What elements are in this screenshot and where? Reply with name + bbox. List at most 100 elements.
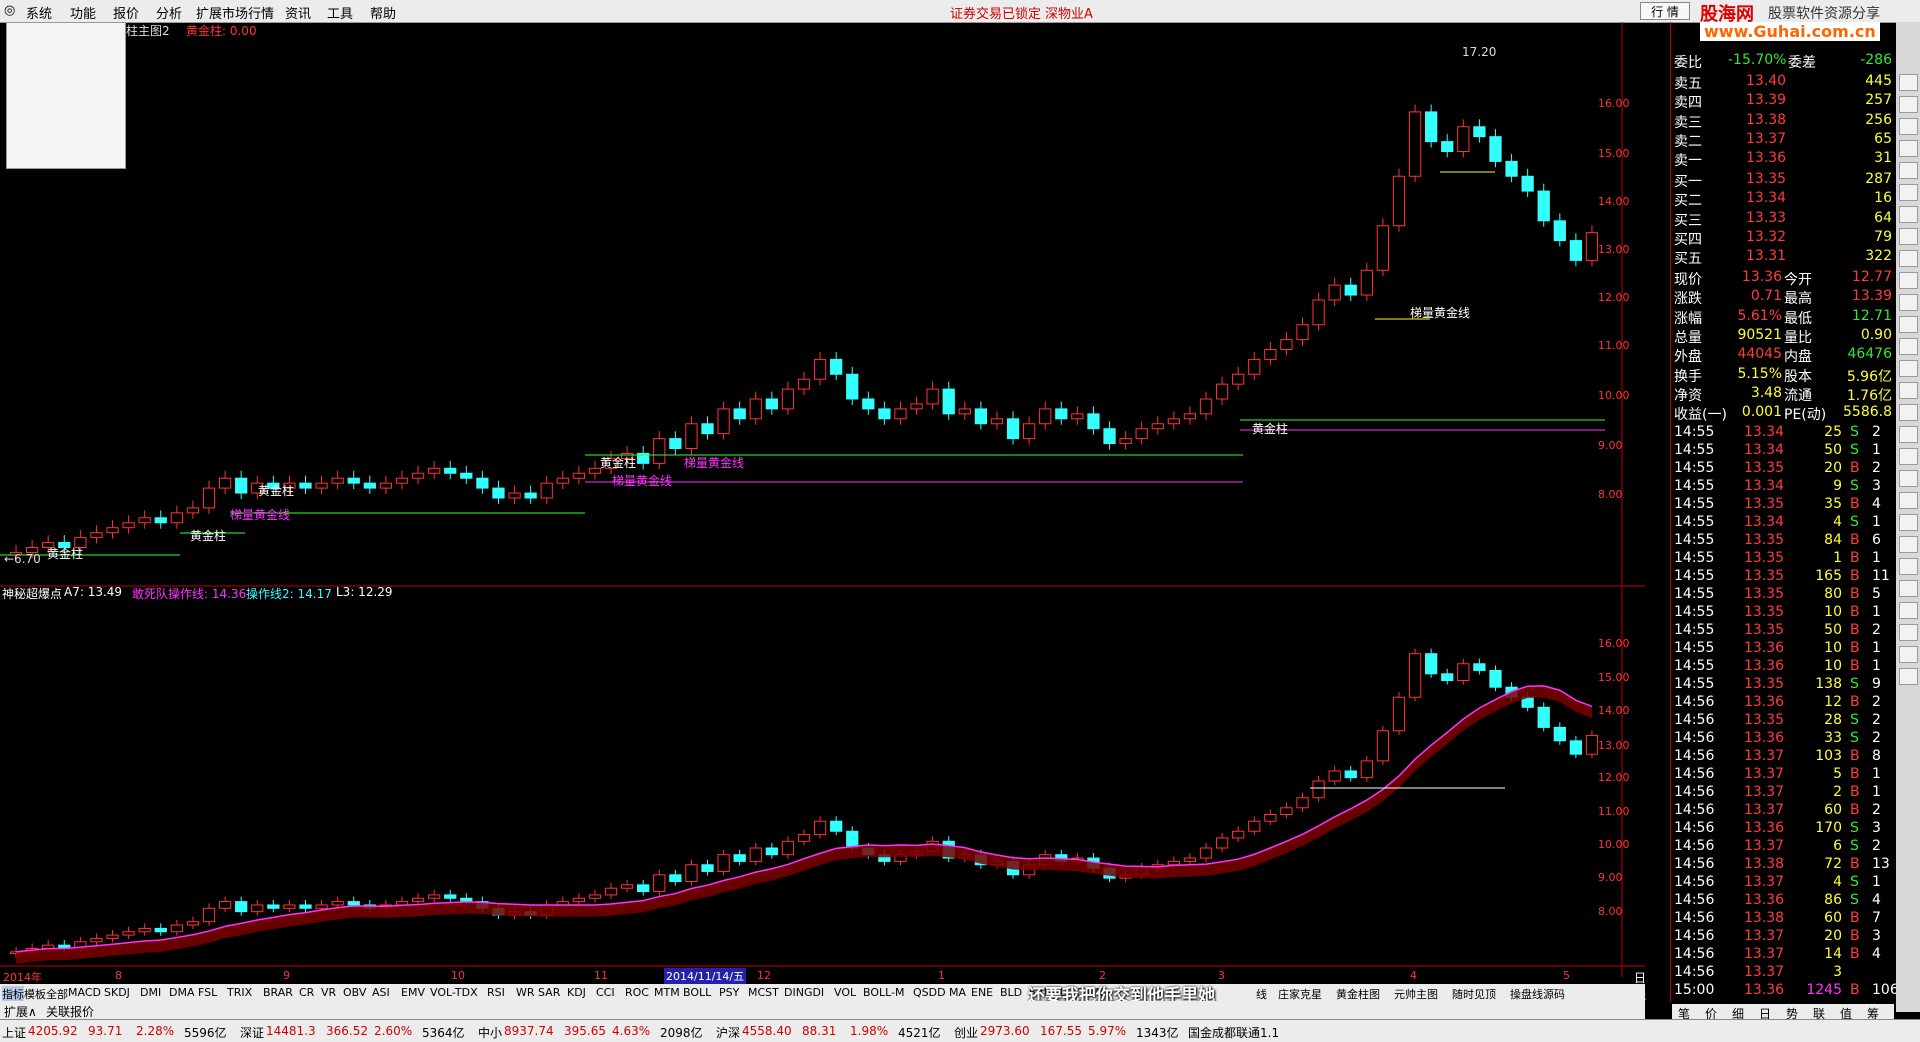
toolbar-tool-icon[interactable] [1899,294,1918,311]
toolbar-tool-icon[interactable] [1899,118,1918,135]
quote-cell: 3 [1872,820,1881,836]
menu-analysis[interactable]: 分析 [156,3,182,22]
toolbar-tool-icon[interactable] [1899,250,1918,267]
chart-area[interactable]: 柱主图2 黄金柱: 0.00 17.20 ←6.70 黄金柱 黄金柱 黄金柱 黄… [0,22,1646,1002]
menu-info[interactable]: 资讯 [285,3,311,22]
indicator-tab[interactable]: VR [321,986,336,999]
indicator-tab[interactable]: ROC [625,986,649,999]
sub-candles [9,648,1599,958]
indicator-tab[interactable]: CR [299,986,314,999]
quote-cell: S [1850,424,1859,440]
toolbar-tool-icon[interactable] [1899,448,1918,465]
indicator-tab[interactable]: BOLL-M [863,986,905,999]
indicator-tab[interactable]: MA [949,986,966,999]
custom-indicator-tab[interactable]: 庄家克星 [1278,986,1322,1002]
candle-body [1151,423,1164,430]
quote-cell: B [1850,766,1860,782]
toolbar-tool-icon[interactable] [1899,536,1918,553]
indicator-tab[interactable]: 模板 [24,986,46,1002]
candle-body [1248,358,1261,375]
quote-button[interactable]: 行 情 [1640,2,1690,20]
toolbar-tool-icon[interactable] [1899,74,1918,91]
indicator-tab[interactable]: PSY [719,986,739,999]
candlestick-chart[interactable] [0,22,1645,984]
indicator-tab[interactable]: 全部 [46,986,68,1002]
indicator-tab[interactable]: MACD [68,986,101,999]
toolbar-tool-icon[interactable] [1899,646,1918,663]
toolbar-tool-icon[interactable] [1899,668,1918,685]
candle-body [170,924,183,933]
custom-indicator-tab[interactable]: 随时见顶 [1452,986,1496,1002]
app-icon[interactable]: ◎ [4,3,15,18]
toolbar-tool-icon[interactable] [1899,492,1918,509]
menu-system[interactable]: 系统 [26,3,52,22]
quote-cell: 5 [1872,586,1881,602]
indicator-tab[interactable]: ENE [971,986,993,999]
indicator-tab[interactable]: DMA [169,986,195,999]
indicator-tab[interactable]: DINGDI [784,986,824,999]
indicator-tab[interactable]: KDJ [567,986,586,999]
expand-button[interactable]: 扩展∧ [4,1003,37,1020]
indicator-tab[interactable]: SAR [538,986,560,999]
toolbar-tool-icon[interactable] [1899,140,1918,157]
custom-indicator-tab[interactable]: 黄金柱图 [1336,986,1380,1002]
indicator-tab[interactable]: WR [516,986,535,999]
quote-cell: 14:56 [1674,748,1715,764]
toolbar-tool-icon[interactable] [1899,602,1918,619]
toolbar-tool-icon[interactable] [1899,514,1918,531]
toolbar-tool-icon[interactable] [1899,184,1918,201]
indicator-tab[interactable]: MCST [748,986,779,999]
indicator-tab[interactable]: VOL [834,986,856,999]
toolbar-tool-icon[interactable] [1899,228,1918,245]
custom-indicator-tab[interactable]: 线 [1256,986,1267,1002]
quote-cell: B [1850,640,1860,656]
toolbar-tool-icon[interactable] [1899,96,1918,113]
menu-function[interactable]: 功能 [70,3,96,22]
index-amt: 5364亿 [422,1026,465,1040]
toolbar-tool-icon[interactable] [1899,382,1918,399]
toolbar-tool-icon[interactable] [1899,206,1918,223]
quote-cell: 1 [1872,550,1881,566]
indicator-tab[interactable]: SKDJ [104,986,130,999]
menu-quote[interactable]: 报价 [113,3,139,22]
indicator-tab[interactable]: CCI [596,986,615,999]
sub-y-tick: 10.00 [1598,838,1630,851]
toolbar-tool-icon[interactable] [1899,580,1918,597]
indicator-tab[interactable]: OBV [343,986,366,999]
toolbar-tool-icon[interactable] [1899,470,1918,487]
quote-cell: 13.35 [1744,568,1785,584]
toolbar-tool-icon[interactable] [1899,316,1918,333]
toolbar-tool-icon[interactable] [1899,360,1918,377]
candle-body [1296,797,1309,809]
toolbar-tool-icon[interactable] [1899,338,1918,355]
toolbar-tool-icon[interactable] [1899,404,1918,421]
indicator-tab[interactable]: TRIX [227,986,252,999]
bid-row: 买四 13.32 79 [1672,228,1894,248]
indicator-tab[interactable]: BOLL [683,986,711,999]
related-quotes-button[interactable]: 关联报价 [46,1003,94,1020]
custom-indicator-tab[interactable]: 操盘线源码 [1510,986,1565,1002]
indicator-tab[interactable]: MTM [654,986,680,999]
indicator-tab[interactable]: FSL [198,986,217,999]
indicator-tab[interactable]: BLD [1000,986,1022,999]
indicator-tab[interactable]: ASI [372,986,390,999]
mini-window[interactable] [6,22,126,169]
toolbar-tool-icon[interactable] [1899,272,1918,289]
menu-help[interactable]: 帮助 [370,3,396,22]
custom-indicator-tab[interactable]: 元帅主图 [1394,986,1438,1002]
indicator-tab[interactable]: DMI [140,986,161,999]
toolbar-tool-icon[interactable] [1899,162,1918,179]
indicator-tab[interactable]: BRAR [263,986,293,999]
toolbar-tool-icon[interactable] [1899,624,1918,641]
toolbar-tool-icon[interactable] [1899,558,1918,575]
indicator-tab[interactable]: EMV [401,986,425,999]
indicator-tab[interactable]: 指标 [2,986,24,1002]
indicator-tab[interactable]: RSI [487,986,505,999]
menu-tools[interactable]: 工具 [327,3,353,22]
menu-extended-market[interactable]: 扩展市场行情 [196,3,274,22]
stat-row: 净资 3.48 流通 1.76亿 [1672,384,1894,404]
indicator-tab[interactable]: VOL-TDX [430,986,478,999]
indicator-tab[interactable]: QSDD [913,986,946,999]
toolbar-tool-icon[interactable] [1899,426,1918,443]
candle-body [717,408,730,435]
